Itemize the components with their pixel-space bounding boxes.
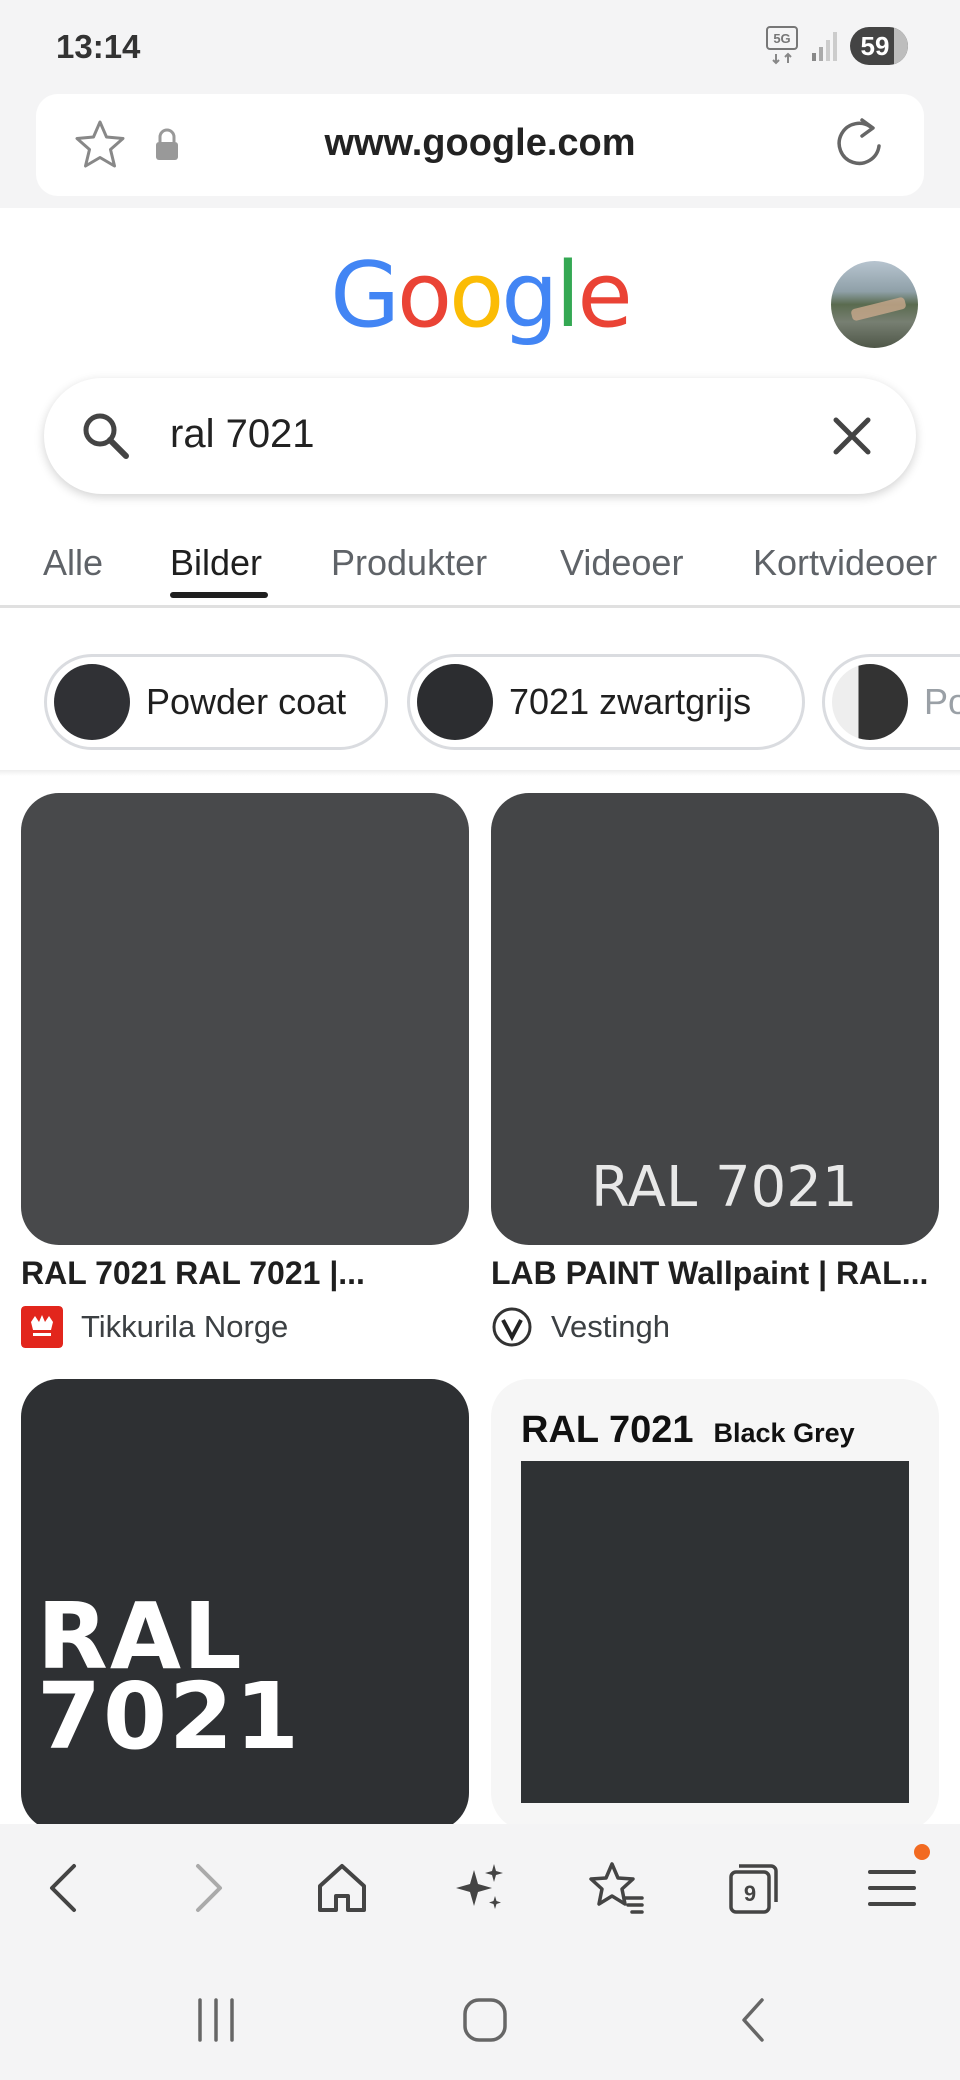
status-icons: 5G 59	[766, 26, 908, 66]
forward-icon[interactable]	[176, 1858, 236, 1918]
logo-letter: e	[577, 243, 632, 348]
source-name: Vestingh	[551, 1309, 670, 1344]
image-caption: RAL 7021	[591, 1155, 858, 1220]
active-tab-indicator	[170, 592, 268, 598]
chip-thumbnail	[54, 664, 130, 740]
battery-indicator: 59	[850, 27, 908, 65]
image-result-card[interactable]: RAL 7021 LAB PAINT Wallpaint | RAL... Ve…	[491, 793, 939, 1353]
ai-sparkle-icon[interactable]	[450, 1858, 510, 1918]
status-time: 13:14	[56, 28, 141, 65]
address-bar[interactable]: www.google.com	[36, 94, 924, 196]
search-icon[interactable]	[80, 410, 132, 462]
tabs-icon[interactable]: 9	[723, 1858, 783, 1918]
home-button-icon[interactable]	[455, 1990, 515, 2050]
result-title[interactable]: LAB PAINT Wallpaint | RAL...	[491, 1255, 939, 1292]
url-text[interactable]: www.google.com	[36, 122, 924, 165]
chip-thumbnail	[417, 664, 493, 740]
signal-icon	[812, 32, 837, 61]
chip-label: 7021 zwartgrijs	[509, 681, 752, 722]
result-source[interactable]: Tikkurila Norge	[21, 1305, 288, 1349]
logo-letter: l	[555, 243, 580, 348]
result-image[interactable]: RAL 7021	[491, 793, 939, 1245]
network-5g-icon: 5G	[766, 26, 798, 65]
search-input[interactable]: ral 7021	[170, 412, 315, 457]
result-source[interactable]: Vestingh	[491, 1305, 670, 1349]
image-caption: RAL 7021	[37, 1583, 302, 1770]
back-icon[interactable]	[36, 1858, 96, 1918]
tabs-count: 9	[744, 1881, 756, 1906]
divider	[0, 770, 960, 776]
chip-thumbnail	[832, 664, 908, 740]
tab-alle[interactable]: Alle	[43, 542, 103, 584]
account-avatar[interactable]	[831, 261, 918, 348]
result-title[interactable]: RAL 7021 RAL 7021 |...	[21, 1255, 469, 1292]
chip-7021-zwartgrijs[interactable]: 7021 zwartgrijs	[407, 654, 805, 750]
tikkurila-favicon-icon	[21, 1306, 63, 1348]
status-bar: 13:14 5G 59	[0, 0, 960, 92]
tab-bilder[interactable]: Bilder	[170, 542, 262, 584]
source-name: Tikkurila Norge	[81, 1309, 289, 1344]
image-caption: RAL 7021 Black Grey	[521, 1409, 855, 1451]
image-result-card[interactable]: RAL 7021 RAL 7021 |... Tikkurila Norge	[21, 793, 469, 1353]
vestingh-favicon-icon	[492, 1307, 532, 1347]
chip-partial[interactable]: Po	[822, 654, 960, 750]
system-navigation-bar	[0, 1952, 960, 2080]
page-content: Google ral 7021 Alle Bilder Produkter Vi…	[0, 208, 960, 1824]
chip-powder-coat[interactable]: Powder coat	[44, 654, 388, 750]
logo-letter: o	[449, 243, 504, 348]
tab-videoer[interactable]: Videoer	[560, 542, 683, 584]
result-image[interactable]: RAL 7021	[21, 1379, 469, 1824]
recent-apps-icon[interactable]	[186, 1990, 246, 2050]
tab-produkter[interactable]: Produkter	[331, 542, 487, 584]
logo-letter: o	[397, 243, 452, 348]
network-label: 5G	[773, 31, 790, 46]
chip-label: Po	[924, 681, 960, 722]
result-image[interactable]	[21, 793, 469, 1245]
tab-kortvideoer[interactable]: Kortvideoer	[753, 542, 937, 584]
system-back-icon[interactable]	[724, 1990, 784, 2050]
logo-letter: g	[501, 243, 558, 348]
color-swatch	[521, 1461, 909, 1803]
menu-icon[interactable]	[862, 1858, 922, 1918]
result-image[interactable]: RAL 7021 Black Grey	[491, 1379, 939, 1824]
search-box[interactable]: ral 7021	[44, 378, 916, 494]
notification-dot	[914, 1844, 930, 1860]
logo-letter: G	[330, 243, 400, 348]
home-icon[interactable]	[312, 1858, 372, 1918]
google-logo[interactable]: Google	[0, 243, 960, 348]
filter-chips: Powder coat 7021 zwartgrijs Po	[0, 654, 960, 764]
clear-search-icon[interactable]	[828, 412, 876, 460]
bookmarks-icon[interactable]	[586, 1858, 646, 1918]
reload-icon[interactable]	[832, 116, 888, 174]
image-result-card[interactable]: RAL 7021 Black Grey	[491, 1379, 939, 1824]
search-tabs: Alle Bilder Produkter Videoer Kortvideoe…	[0, 528, 960, 608]
chip-label: Powder coat	[146, 681, 347, 722]
browser-toolbar: 9	[0, 1824, 960, 1952]
image-result-card[interactable]: RAL 7021	[21, 1379, 469, 1824]
